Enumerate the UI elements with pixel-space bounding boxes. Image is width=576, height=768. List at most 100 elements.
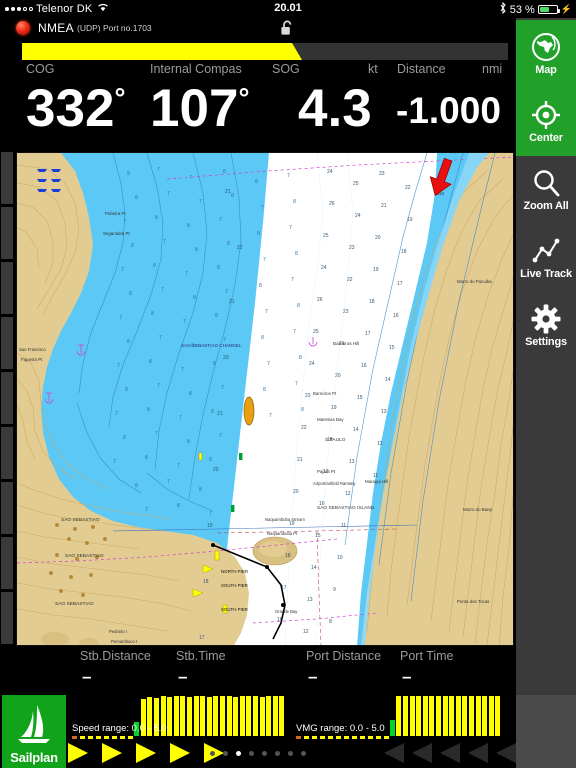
baseline-dash: [112, 736, 117, 739]
svg-text:8: 8: [135, 195, 138, 201]
svg-text:16: 16: [393, 313, 399, 319]
svg-text:14: 14: [311, 565, 317, 571]
map-place-label: Pobeira Pt: [105, 211, 126, 216]
page-dot[interactable]: [288, 751, 293, 756]
history-bar: [253, 696, 258, 736]
svg-text:22: 22: [301, 425, 307, 431]
svg-text:18: 18: [369, 299, 375, 305]
unlocked-padlock-icon[interactable]: [278, 20, 296, 36]
svg-text:16: 16: [361, 363, 367, 369]
baseline-dash: [72, 736, 77, 739]
map-place-label: SOUTH PIER: [221, 607, 248, 612]
gauge-segment: [382, 43, 400, 60]
strip-segment[interactable]: [1, 207, 13, 259]
speed-baseline: [72, 736, 133, 739]
history-bar: [455, 696, 461, 736]
baseline-dash: [304, 736, 309, 739]
svg-text:8: 8: [151, 311, 154, 317]
gauge-segment: [346, 43, 364, 60]
gauge-segment: [490, 43, 508, 60]
strip-segment[interactable]: [1, 262, 13, 314]
strip-segment[interactable]: [1, 372, 13, 424]
left-scroll-strip[interactable]: [0, 152, 14, 647]
map-place-label: Pedroso I: [109, 629, 127, 634]
gauge-segment: [310, 43, 328, 60]
svg-text:7: 7: [225, 289, 228, 295]
nmea-connection-row[interactable]: NMEA (UDP) Port no.1703: [0, 18, 516, 38]
strip-segment[interactable]: [1, 537, 13, 589]
nautical-chart-map[interactable]: 8 3 2 17: [16, 152, 514, 646]
right-sidebar: Map Center Zoom All Live Track Settings: [516, 0, 576, 768]
svg-text:8: 8: [135, 483, 138, 489]
svg-text:8: 8: [213, 361, 216, 367]
page-dot[interactable]: [210, 751, 215, 756]
sailplan-logo-button[interactable]: Sailplan: [2, 695, 66, 768]
svg-text:14: 14: [353, 427, 359, 433]
gauge-segment: [184, 43, 202, 60]
leg-readout-label: Port Distance: [306, 649, 382, 663]
svg-text:15: 15: [389, 345, 395, 351]
sidebar-item-center[interactable]: Center: [516, 88, 576, 156]
leg-readout-value: –: [82, 667, 92, 686]
svg-text:21: 21: [229, 299, 235, 305]
history-bar: [167, 697, 173, 736]
history-bar: [272, 695, 278, 736]
page-dot[interactable]: [275, 751, 280, 756]
compass-bar-gauge: [22, 43, 510, 60]
map-place-label: SAO SEBASTIAO CHANNEL: [181, 343, 242, 348]
baseline-dash: [104, 736, 109, 739]
status-bar-clock: 20.01: [274, 2, 302, 14]
svg-text:24: 24: [309, 361, 315, 367]
svg-text:17: 17: [281, 585, 287, 591]
svg-text:7: 7: [261, 205, 264, 211]
strip-segment[interactable]: [1, 427, 13, 479]
gauge-segment: [58, 43, 76, 60]
page-dot[interactable]: [301, 751, 306, 756]
svg-text:12: 12: [345, 491, 351, 497]
svg-text:25: 25: [323, 233, 329, 239]
svg-text:14: 14: [385, 377, 391, 383]
strip-segment[interactable]: [1, 317, 13, 369]
baseline-dash: [96, 736, 101, 739]
svg-text:8: 8: [129, 291, 132, 297]
svg-text:8: 8: [231, 193, 234, 199]
linechart-icon: [531, 236, 561, 266]
sidebar-item-map[interactable]: Map: [516, 20, 576, 88]
strip-segment[interactable]: [1, 482, 13, 534]
baseline-dash: [344, 736, 349, 739]
svg-text:7: 7: [121, 267, 124, 273]
map-place-label: SAO SEBASTIAO ISLAND: [317, 505, 375, 511]
map-place-label: SOUTH PIER: [221, 583, 248, 588]
svg-text:20: 20: [293, 489, 299, 495]
history-bar: [259, 697, 265, 736]
svg-text:7: 7: [263, 257, 266, 263]
sidebar-item-settings[interactable]: Settings: [516, 292, 576, 360]
svg-text:11: 11: [341, 523, 346, 529]
status-led-icon: [16, 21, 30, 35]
sidebar-item-live-track[interactable]: Live Track: [516, 224, 576, 292]
distance-value: -1.000: [396, 90, 501, 131]
page-indicator-dots[interactable]: [0, 751, 516, 756]
page-dot[interactable]: [262, 751, 267, 756]
strip-segment[interactable]: [1, 592, 13, 644]
page-dot[interactable]: [236, 751, 241, 756]
svg-text:8: 8: [199, 487, 202, 493]
svg-text:9: 9: [127, 171, 130, 177]
gauge-segment: [148, 43, 166, 60]
gauge-segment: [436, 43, 454, 60]
gauge-segment: [40, 43, 58, 60]
svg-text:23: 23: [305, 393, 311, 399]
svg-text:8: 8: [131, 243, 134, 249]
history-bar: [462, 695, 468, 736]
history-bar: [279, 696, 285, 736]
sidebar-item-zoom-all[interactable]: Zoom All: [516, 156, 576, 224]
gauge-segment: [220, 43, 238, 60]
svg-text:7: 7: [181, 367, 184, 373]
history-bar: [449, 695, 455, 736]
svg-text:8: 8: [263, 387, 266, 393]
svg-text:17: 17: [397, 281, 403, 287]
page-dot[interactable]: [223, 751, 228, 756]
strip-segment[interactable]: [1, 152, 13, 204]
page-dot[interactable]: [249, 751, 254, 756]
svg-text:9: 9: [333, 587, 336, 593]
